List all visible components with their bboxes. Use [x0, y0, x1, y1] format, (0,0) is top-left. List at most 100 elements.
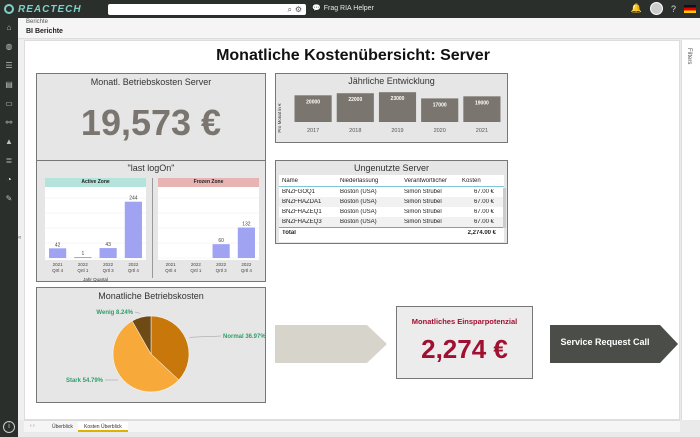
table-row[interactable]: BNZFHAZEQ1 Boston (USA) Simon Strubel 67…: [279, 207, 504, 217]
pie-label: Wenig 8.24%: [96, 310, 133, 316]
document-icon[interactable]: ▤: [0, 75, 18, 94]
database-icon[interactable]: ≣: [0, 151, 18, 170]
tick-label: 2022: [128, 262, 139, 267]
bell-icon[interactable]: 🔔: [631, 3, 642, 14]
tick-label: 2022: [241, 262, 252, 267]
data-label: 17000: [433, 102, 447, 108]
search-icon[interactable]: ⌕: [288, 4, 292, 15]
tick-label: 2022: [78, 262, 89, 267]
savings-value: 2,274 €: [421, 334, 508, 364]
breadcrumb-parent[interactable]: Berichte: [26, 19, 48, 25]
tick-label: 2021: [166, 262, 177, 267]
home-icon[interactable]: ⌂: [0, 18, 18, 37]
tick-label: 2022: [103, 262, 114, 267]
active-zone-chart: 42143244: [45, 196, 146, 259]
data-label: 60: [218, 238, 224, 244]
tick-label: Qrtl 4: [241, 268, 252, 273]
helper-label: Frag RIA Helper: [323, 5, 374, 12]
table-cell: Boston (USA): [340, 189, 377, 195]
data-label: 1: [81, 251, 84, 257]
tick-label: Qrtl 4: [128, 268, 139, 273]
pie-chart-card: Monatliche Betriebskosten Normal 36.97% S…: [36, 287, 266, 403]
bar: [74, 257, 92, 258]
wrench-icon[interactable]: ✎: [0, 189, 18, 208]
frozen-zone-x-axis: 2021Qrtl 42022Qrtl 12022Qrtl 32022Qrtl 4: [165, 262, 252, 273]
table-scrollbar[interactable]: [503, 188, 506, 228]
bar: [49, 248, 67, 258]
yearly-chart-title: Jährliche Entwicklung: [348, 76, 435, 86]
tab-cost-overview[interactable]: Kosten Überblick: [78, 422, 128, 432]
report-canvas: Monatliche Kostenübersicht: Server Monat…: [24, 40, 680, 420]
table-cell: 67.00 €: [473, 199, 494, 205]
top-bar: REACTECH ⌕ ⚙ 💬 Frag RIA Helper 🔔 ?: [0, 0, 700, 18]
pie-icon[interactable]: ◔: [0, 170, 18, 189]
table-cell: Boston (USA): [340, 219, 377, 225]
data-label: 42: [55, 242, 61, 248]
table-row[interactable]: BNZFGOQ1 Boston (USA) Simon Strubel 67.0…: [279, 187, 504, 197]
unused-servers-table: Name Niederlassung Verantwortlicher Kost…: [279, 175, 504, 242]
leader-line: [134, 311, 141, 314]
ria-helper-button[interactable]: 💬 Frag RIA Helper: [312, 3, 374, 15]
col-header[interactable]: Verantwortlicher: [401, 178, 459, 184]
tick-label: Qrtl 4: [52, 268, 63, 273]
language-flag-icon[interactable]: [684, 4, 696, 13]
total-label: Total: [282, 230, 296, 236]
table-row[interactable]: BNZFHAZEQ3 Boston (USA) Simon Strubel 67…: [279, 217, 504, 227]
col-header[interactable]: Kosten: [459, 178, 497, 184]
network-icon[interactable]: ⚯: [0, 113, 18, 132]
table-cell: Simon Strubel: [404, 209, 442, 215]
yearly-chart-card: Jährliche Entwicklung Pro Monat in € 200…: [275, 73, 508, 143]
data-label: 43: [105, 242, 111, 248]
table-total-row: Total 2,274.00 €: [279, 227, 504, 238]
yearly-ylabel: Pro Monat in €: [277, 103, 282, 133]
unused-servers-card: Ungenutzte Server Name Niederlassung Ver…: [275, 160, 508, 244]
collapse-icon[interactable]: «: [18, 235, 21, 241]
table-cell: BNZFGOQ1: [282, 189, 316, 195]
bar: [212, 244, 230, 258]
tick-label: 2019: [391, 128, 403, 134]
total-value: 2,274.00 €: [467, 230, 496, 236]
service-request-button[interactable]: Service Request Call: [550, 325, 680, 363]
last-logon-card: "last logOn" Active Zone 42 1 43 244 Frozen…: [36, 160, 266, 282]
bar: [124, 201, 142, 258]
chat-icon: 💬: [312, 5, 321, 12]
tick-label: Qrtl 1: [77, 268, 88, 273]
table-cell: BNZFHAZEQ3: [282, 219, 322, 225]
col-header[interactable]: Niederlassung: [337, 178, 401, 184]
globe-icon[interactable]: ◍: [0, 37, 18, 56]
data-label: 23000: [391, 96, 405, 102]
filters-label: Filters: [686, 48, 692, 65]
col-header[interactable]: Name: [279, 178, 337, 184]
bar: [99, 248, 117, 258]
help-icon[interactable]: ?: [671, 4, 676, 14]
list-icon[interactable]: ☰: [0, 56, 18, 75]
avatar[interactable]: [649, 2, 663, 15]
info-icon[interactable]: i: [3, 421, 15, 433]
frozen-zone-chart: 60 132: [158, 197, 259, 259]
filters-pane[interactable]: Filters: [681, 40, 700, 420]
tab-nav-arrows[interactable]: ‹ ›: [30, 423, 35, 429]
unused-servers-title: Ungenutzte Server: [353, 163, 430, 173]
data-label: 19000: [475, 100, 489, 106]
table-cell: Boston (USA): [340, 199, 377, 205]
gear-icon[interactable]: ⚙: [295, 4, 302, 15]
tick-label: Qrtl 4: [165, 268, 176, 273]
tick-label: 2022: [191, 262, 202, 267]
table-row[interactable]: BNZFHAZDA1 Boston (USA) Simon Strubel 67…: [279, 197, 504, 207]
monthly-costs-title: Monatl. Betriebskosten Server: [90, 77, 212, 87]
tick-label: 2017: [307, 128, 319, 134]
left-sidebar: ⌂ ◍ ☰ ▤ ▭ ⚯ ▲ ≣ ◔ ✎ i: [0, 18, 18, 437]
table-cell: 67.00 €: [473, 219, 494, 225]
pie-chart: Normal 36.97% Stark 54.79% Wenig 8.24%: [66, 310, 265, 393]
page-title: BI Berichte: [26, 28, 63, 35]
search-input[interactable]: ⌕ ⚙: [108, 4, 306, 15]
table-cell: Simon Strubel: [404, 189, 442, 195]
graduation-icon[interactable]: ▲: [0, 132, 18, 151]
tab-overview[interactable]: Überblick: [46, 422, 79, 432]
tick-label: Qrtl 1: [190, 268, 201, 273]
last-logon-xlabel: Jahr Quartal: [83, 277, 108, 282]
monthly-costs-value: 19,573 €: [80, 102, 222, 143]
logo-mark-icon: [4, 4, 14, 14]
monitor-icon[interactable]: ▭: [0, 94, 18, 113]
app-logo[interactable]: REACTECH: [4, 2, 92, 16]
